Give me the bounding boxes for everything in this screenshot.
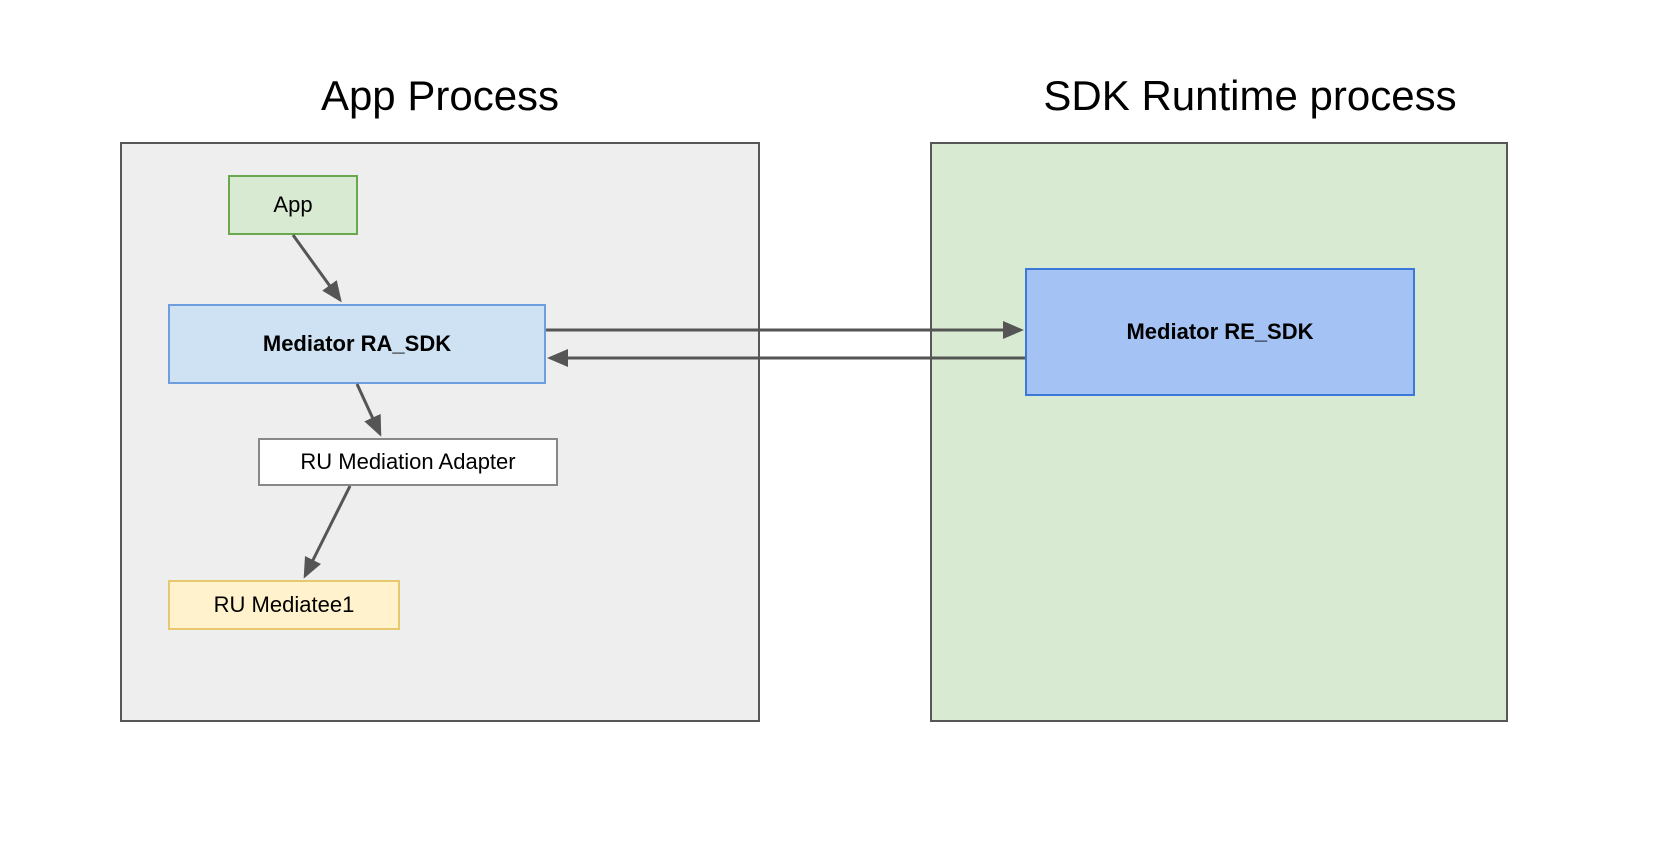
ru-mediation-adapter-node: RU Mediation Adapter <box>258 438 558 486</box>
ru-mediatee1-label: RU Mediatee1 <box>214 592 355 618</box>
ru-mediation-adapter-label: RU Mediation Adapter <box>300 449 515 475</box>
mediator-ra-sdk-label: Mediator RA_SDK <box>263 331 451 357</box>
sdk-runtime-process-container <box>930 142 1508 722</box>
app-process-title: App Process <box>120 72 760 120</box>
mediator-re-sdk-label: Mediator RE_SDK <box>1126 319 1313 345</box>
mediator-ra-sdk-node: Mediator RA_SDK <box>168 304 546 384</box>
app-node-label: App <box>273 192 312 218</box>
diagram-canvas: App Process SDK Runtime process App Medi… <box>0 0 1660 844</box>
app-process-container <box>120 142 760 722</box>
sdk-runtime-process-title: SDK Runtime process <box>930 72 1570 120</box>
ru-mediatee1-node: RU Mediatee1 <box>168 580 400 630</box>
mediator-re-sdk-node: Mediator RE_SDK <box>1025 268 1415 396</box>
app-node: App <box>228 175 358 235</box>
